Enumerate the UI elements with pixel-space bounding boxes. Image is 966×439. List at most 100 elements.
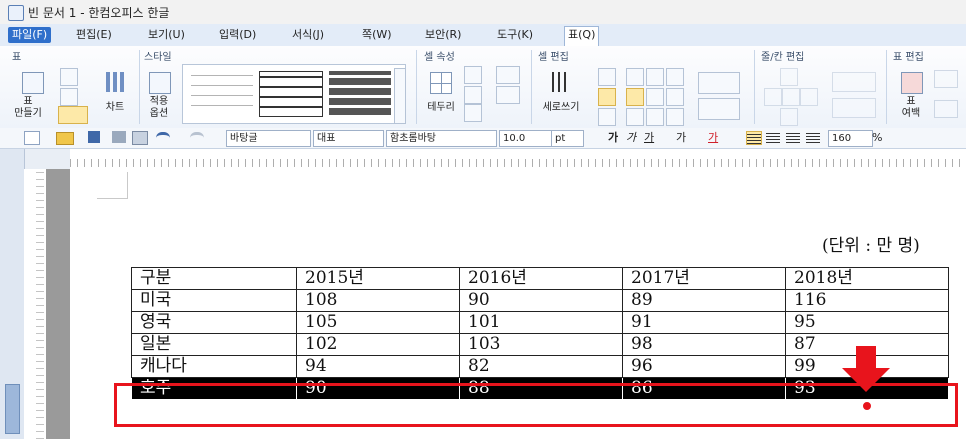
table-cell[interactable]: 102 bbox=[296, 333, 460, 356]
plus-icon[interactable] bbox=[782, 88, 800, 106]
table-cell[interactable]: 미국 bbox=[131, 289, 297, 312]
align-bottom-icon[interactable] bbox=[598, 108, 616, 126]
table-cell[interactable]: 96 bbox=[622, 355, 786, 378]
panel-scroll-handle[interactable] bbox=[5, 384, 20, 434]
delete-row-icon[interactable] bbox=[832, 72, 876, 92]
merge-cells-icon[interactable] bbox=[698, 72, 740, 94]
menu-security[interactable]: 보안(R) bbox=[425, 27, 461, 43]
table-props2-icon[interactable] bbox=[934, 100, 958, 118]
fill-color-icon[interactable] bbox=[464, 86, 482, 104]
align-center-icon[interactable] bbox=[786, 131, 800, 143]
cell-align-tr-icon[interactable] bbox=[666, 68, 684, 86]
cell-align-mc-icon[interactable] bbox=[646, 88, 664, 106]
style-combo[interactable]: 바탕글 bbox=[226, 130, 311, 147]
menu-tools[interactable]: 도구(K) bbox=[497, 27, 533, 43]
align-middle-icon[interactable] bbox=[598, 88, 616, 106]
font-size-input[interactable]: 10.0 bbox=[499, 130, 556, 147]
make-table-button[interactable]: 표 만들기 bbox=[10, 68, 46, 124]
align-right-icon[interactable] bbox=[806, 131, 820, 143]
font-combo[interactable]: 함초롬바탕 bbox=[386, 130, 497, 147]
fill-shade-icon[interactable] bbox=[464, 104, 482, 122]
border-button[interactable]: 테두리 bbox=[422, 68, 460, 124]
insert-right-icon[interactable] bbox=[800, 88, 818, 106]
table-cell[interactable]: 101 bbox=[459, 311, 623, 334]
table-cell[interactable]: 94 bbox=[296, 355, 460, 378]
underline-button[interactable]: 가 bbox=[644, 130, 654, 145]
table-margin-button[interactable]: 표 여백 bbox=[894, 68, 928, 124]
table-header-cell[interactable]: 2018년 bbox=[785, 267, 949, 290]
language-combo[interactable]: 대표 bbox=[313, 130, 384, 147]
horizontal-ruler[interactable] bbox=[70, 149, 966, 170]
table-cell[interactable]: 90 bbox=[459, 289, 623, 312]
table-cell[interactable]: 116 bbox=[785, 289, 949, 312]
split-cells-icon[interactable] bbox=[698, 98, 740, 120]
align-left-icon[interactable] bbox=[766, 131, 780, 143]
table-header-cell[interactable]: 2015년 bbox=[296, 267, 460, 290]
table-cell[interactable]: 영국 bbox=[131, 311, 297, 334]
menu-format[interactable]: 서식(J) bbox=[292, 27, 324, 43]
table-header-cell[interactable]: 2016년 bbox=[459, 267, 623, 290]
preview-icon[interactable] bbox=[132, 131, 148, 145]
line-color-icon[interactable] bbox=[464, 66, 482, 84]
menu-edit[interactable]: 편집(E) bbox=[76, 27, 112, 43]
apply-options-button[interactable]: 적용 옵션 bbox=[142, 68, 176, 124]
menu-view[interactable]: 보기(U) bbox=[148, 27, 185, 43]
zoom-input[interactable]: 160 bbox=[828, 130, 873, 147]
line-width-dropdown[interactable] bbox=[496, 86, 520, 104]
menu-insert[interactable]: 입력(D) bbox=[219, 27, 256, 43]
table-style-gallery[interactable] bbox=[182, 64, 406, 124]
style-swatch-plain[interactable] bbox=[191, 71, 253, 115]
font-color-button[interactable]: 가 bbox=[708, 130, 718, 145]
table-cell[interactable]: 108 bbox=[296, 289, 460, 312]
open-folder-icon[interactable] bbox=[56, 132, 74, 145]
delete-col-icon[interactable] bbox=[832, 98, 876, 118]
cell-check-icon[interactable] bbox=[60, 88, 78, 106]
chart-button[interactable]: 차트 bbox=[98, 68, 132, 124]
align-top-icon[interactable] bbox=[598, 68, 616, 86]
cell-align-tc-icon[interactable] bbox=[646, 68, 664, 86]
gallery-scroll[interactable] bbox=[394, 68, 406, 124]
line-type-dropdown[interactable] bbox=[496, 66, 520, 84]
print-icon[interactable] bbox=[112, 131, 126, 143]
italic-button[interactable]: 가 bbox=[626, 130, 636, 145]
align-justify-icon[interactable] bbox=[746, 131, 762, 145]
table-cell[interactable]: 105 bbox=[296, 311, 460, 334]
insert-above-icon[interactable] bbox=[780, 68, 798, 86]
insert-left-icon[interactable] bbox=[764, 88, 782, 106]
cell-align-bl-icon[interactable] bbox=[626, 108, 644, 126]
cell-align-tl-icon[interactable] bbox=[626, 68, 644, 86]
menu-file[interactable]: 파일(F) bbox=[8, 27, 52, 43]
table-cell[interactable]: 캐나다 bbox=[131, 355, 297, 378]
cell-align-mr-icon[interactable] bbox=[666, 88, 684, 106]
table-header-cell[interactable]: 2017년 bbox=[622, 267, 786, 290]
table-cell[interactable]: 98 bbox=[622, 333, 786, 356]
font-unit-combo[interactable]: pt bbox=[551, 130, 584, 147]
table-cell[interactable]: 82 bbox=[459, 355, 623, 378]
menu-page[interactable]: 쪽(W) bbox=[362, 27, 392, 43]
style-swatch-dark[interactable] bbox=[329, 71, 391, 115]
table-format-dropdown[interactable] bbox=[58, 106, 88, 124]
strike-button[interactable]: 가 bbox=[676, 130, 686, 145]
table-cell[interactable]: 89 bbox=[622, 289, 786, 312]
bold-button[interactable]: 가 bbox=[608, 130, 618, 145]
table-cell[interactable]: 103 bbox=[459, 333, 623, 356]
vertical-text-button[interactable]: 세로쓰기 bbox=[538, 68, 584, 124]
data-table[interactable]: 구분 2015년 2016년 2017년 2018년 미국 108 90 89 … bbox=[131, 267, 949, 400]
vertical-ruler[interactable] bbox=[24, 169, 47, 439]
table-header-cell[interactable]: 구분 bbox=[131, 267, 297, 290]
redo-icon[interactable] bbox=[190, 132, 204, 145]
undo-icon[interactable] bbox=[156, 132, 170, 145]
cell-align-br-icon[interactable] bbox=[666, 108, 684, 126]
table-cell[interactable]: 95 bbox=[785, 311, 949, 334]
cell-align-bc-icon[interactable] bbox=[646, 108, 664, 126]
insert-below-icon[interactable] bbox=[780, 108, 798, 126]
style-swatch-grid[interactable] bbox=[259, 71, 323, 117]
cell-edit-icon[interactable] bbox=[60, 68, 78, 86]
table-props-icon[interactable] bbox=[934, 70, 958, 88]
table-cell[interactable]: 일본 bbox=[131, 333, 297, 356]
table-cell[interactable]: 91 bbox=[622, 311, 786, 334]
save-icon[interactable] bbox=[88, 131, 100, 143]
new-doc-icon[interactable] bbox=[24, 131, 40, 145]
cell-align-ml-icon[interactable] bbox=[626, 88, 644, 106]
menu-table[interactable]: 표(Q) bbox=[564, 26, 600, 46]
